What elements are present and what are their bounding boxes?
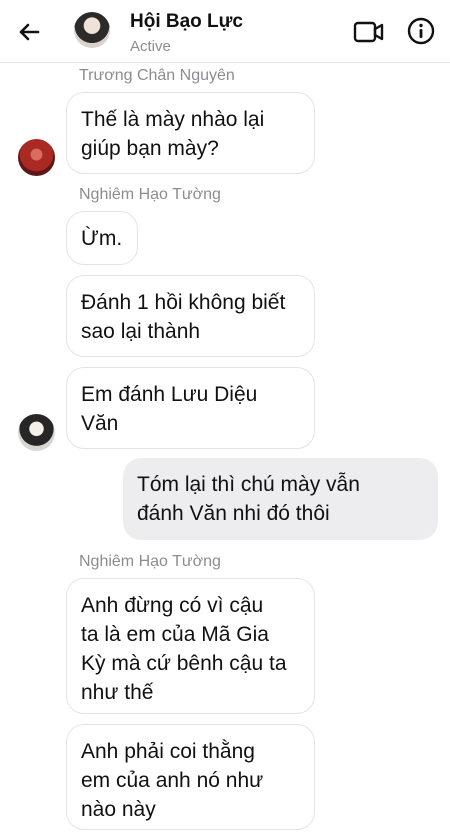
info-icon xyxy=(407,17,435,45)
sender-name: Trương Chân Nguyên xyxy=(79,67,235,84)
sender-avatar[interactable] xyxy=(18,139,55,176)
info-button[interactable] xyxy=(406,16,436,46)
sender-name: Nghiêm Hạo Tường xyxy=(79,186,221,203)
message-bubble[interactable]: Ừm. xyxy=(66,211,138,265)
chat-header: Hội Bạo Lực Active xyxy=(0,0,450,63)
video-call-button[interactable] xyxy=(352,18,386,46)
arrow-left-icon xyxy=(19,23,40,41)
message-bubble[interactable]: Anh đừng có vì cậu ta là em của Mã Gia K… xyxy=(66,578,315,714)
outgoing-message-bubble[interactable]: Tóm lại thì chú mày vẫn đánh Văn nhi đó … xyxy=(123,458,438,540)
sender-name: Nghiêm Hạo Tường xyxy=(79,553,221,570)
back-button[interactable] xyxy=(14,17,44,47)
chat-title[interactable]: Hội Bạo Lực xyxy=(130,11,243,33)
video-camera-icon xyxy=(353,21,384,43)
message-bubble[interactable]: Thế là mày nhào lại giúp bạn mày? xyxy=(66,92,315,174)
message-bubble[interactable]: Anh phải coi thằng em của anh nó như nào… xyxy=(66,724,315,830)
message-bubble[interactable]: Đánh 1 hồi không biết sao lại thành xyxy=(66,275,315,357)
group-avatar[interactable] xyxy=(74,12,110,48)
message-bubble[interactable]: Em đánh Lưu Diệu Văn xyxy=(66,367,315,449)
sender-avatar[interactable] xyxy=(18,414,55,451)
active-status: Active xyxy=(130,38,171,55)
